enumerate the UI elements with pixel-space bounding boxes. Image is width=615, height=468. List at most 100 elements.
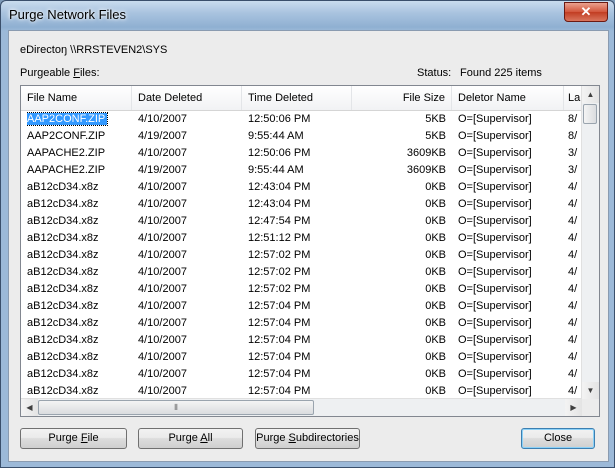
cell-time-deleted: 12:57:04 PM — [248, 317, 311, 329]
cell-time-deleted: 12:47:54 PM — [248, 215, 311, 227]
status-value: Found 225 items — [460, 67, 542, 79]
cell-deletor-name: O=[Supervisor] — [458, 249, 532, 261]
cell-last: 4/ — [568, 351, 578, 363]
cell-file-name: AAP2CONF.ZIP — [27, 130, 106, 142]
vertical-scrollbar[interactable]: ▲ ▼ — [581, 86, 599, 399]
cell-deletor-name: O=[Supervisor] — [458, 181, 532, 193]
cell-last: 8/ — [568, 130, 578, 142]
directory-path: eDirectoŋ \\RRSTEVEN2\SYS — [20, 44, 168, 56]
cell-file-name: aB12cD34.x8z — [27, 215, 99, 227]
list-rows: AAP2CONF.ZIP 4/10/2007 12:50:06 PM 5KB O=[Su… — [21, 111, 582, 400]
horizontal-scroll-thumb[interactable]: ⦀ — [38, 400, 314, 415]
status-label: Status: — [417, 67, 452, 79]
cell-time-deleted: 12:57:04 PM — [248, 368, 311, 380]
table-row[interactable]: aB12cD34.x8z 4/10/2007 12:57:04 PM 0KB O=[Su… — [21, 315, 582, 332]
table-row[interactable]: aB12cD34.x8z 4/10/2007 12:43:04 PM 0KB O=[Su… — [21, 179, 582, 196]
scrollbar-corner — [582, 399, 599, 416]
cell-deletor-name: O=[Supervisor] — [458, 317, 532, 329]
table-row[interactable]: aB12cD34.x8z 4/10/2007 12:57:02 PM 0KB O=[Su… — [21, 281, 582, 298]
column-header-file-size[interactable]: File Size — [352, 86, 452, 110]
cell-last: 3/ — [568, 147, 578, 159]
column-header-time-deleted[interactable]: Time Deleted — [242, 86, 352, 110]
table-row[interactable]: aB12cD34.x8z 4/10/2007 12:51:12 PM 0KB O=[Su… — [21, 230, 582, 247]
table-row[interactable]: aB12cD34.x8z 4/10/2007 12:57:02 PM 0KB O=[Su… — [21, 264, 582, 281]
cell-file-size: 0KB — [425, 249, 446, 261]
cell-file-size: 5KB — [425, 113, 446, 125]
cell-file-name: aB12cD34.x8z — [27, 232, 99, 244]
cell-file-size: 0KB — [425, 198, 446, 210]
cell-last: 4/ — [568, 283, 578, 295]
cell-date-deleted: 4/10/2007 — [138, 181, 187, 193]
cell-deletor-name: O=[Supervisor] — [458, 283, 532, 295]
cell-last: 4/ — [568, 198, 578, 210]
cell-file-name: aB12cD34.x8z — [27, 300, 99, 312]
scroll-down-icon[interactable]: ▼ — [582, 382, 599, 399]
title-bar[interactable]: Purge Network Files ✕ — [1, 1, 614, 29]
cell-date-deleted: 4/10/2007 — [138, 215, 187, 227]
scroll-left-icon[interactable]: ◀ — [21, 399, 38, 416]
table-row[interactable]: AAP2CONF.ZIP 4/19/2007 9:55:44 AM 5KB O=[Sup… — [21, 128, 582, 145]
column-header-date-deleted[interactable]: Date Deleted — [132, 86, 242, 110]
table-row[interactable]: aB12cD34.x8z 4/10/2007 12:57:02 PM 0KB O=[Su… — [21, 247, 582, 264]
purge-subdirectories-button[interactable]: Purge Subdirectories — [255, 428, 360, 449]
table-row[interactable]: aB12cD34.x8z 4/10/2007 12:57:04 PM 0KB O=[Su… — [21, 349, 582, 366]
cell-file-size: 0KB — [425, 181, 446, 193]
table-row[interactable]: AAPACHE2.ZIP 4/19/2007 9:55:44 AM 3609KB O=[… — [21, 162, 582, 179]
table-row[interactable]: aB12cD34.x8z 4/10/2007 12:57:04 PM 0KB O=[Su… — [21, 366, 582, 383]
vertical-scroll-thumb[interactable] — [583, 104, 597, 124]
column-header-deletor-name[interactable]: Deletor Name — [452, 86, 564, 110]
cell-file-name: aB12cD34.x8z — [27, 198, 99, 210]
cell-file-name: aB12cD34.x8z — [27, 317, 99, 329]
cell-deletor-name: O=[Supervisor] — [458, 266, 532, 278]
cell-last: 8/ — [568, 113, 578, 125]
cell-file-name: AAPACHE2.ZIP — [27, 164, 106, 176]
table-row[interactable]: aB12cD34.x8z 4/10/2007 12:43:04 PM 0KB O=[Su… — [21, 196, 582, 213]
horizontal-scrollbar[interactable]: ◀ ⦀ ▶ — [21, 398, 582, 416]
cell-time-deleted: 12:57:04 PM — [248, 300, 311, 312]
table-row[interactable]: aB12cD34.x8z 4/10/2007 12:57:04 PM 0KB O=[Su… — [21, 332, 582, 349]
cell-time-deleted: 12:43:04 PM — [248, 181, 311, 193]
table-row[interactable]: AAP2CONF.ZIP 4/10/2007 12:50:06 PM 5KB O=[Su… — [21, 111, 582, 128]
cell-file-size: 0KB — [425, 351, 446, 363]
cell-file-size: 0KB — [425, 266, 446, 278]
cell-deletor-name: O=[Supervisor] — [458, 130, 532, 142]
column-header-file-name[interactable]: File Name — [21, 86, 132, 110]
close-button[interactable]: Close — [521, 428, 595, 449]
dialog-client-area: eDirectoŋ \\RRSTEVEN2\SYS Purgeable File… — [8, 30, 609, 462]
cell-file-size: 0KB — [425, 300, 446, 312]
table-row[interactable]: aB12cD34.x8z 4/10/2007 12:47:54 PM 0KB O=[Su… — [21, 213, 582, 230]
cell-last: 3/ — [568, 164, 578, 176]
purgeable-files-list[interactable]: File Name Date Deleted Time Deleted File… — [20, 85, 600, 417]
cell-deletor-name: O=[Supervisor] — [458, 300, 532, 312]
cell-date-deleted: 4/19/2007 — [138, 130, 187, 142]
cell-file-name: aB12cD34.x8z — [27, 249, 99, 261]
cell-date-deleted: 4/10/2007 — [138, 351, 187, 363]
purge-all-button[interactable]: Purge All — [138, 428, 243, 449]
cell-last: 4/ — [568, 317, 578, 329]
cell-time-deleted: 12:50:06 PM — [248, 147, 311, 159]
purge-network-files-window: Purge Network Files ✕ eDirectoŋ \\RRSTEV… — [0, 0, 615, 468]
scroll-up-icon[interactable]: ▲ — [582, 86, 599, 103]
cell-time-deleted: 12:57:04 PM — [248, 351, 311, 363]
table-row[interactable]: aB12cD34.x8z 4/10/2007 12:57:04 PM 0KB O=[Su… — [21, 298, 582, 315]
purge-file-button[interactable]: Purge File — [20, 428, 127, 449]
cell-date-deleted: 4/10/2007 — [138, 368, 187, 380]
cell-last: 4/ — [568, 334, 578, 346]
cell-file-name: AAP2CONF.ZIP — [27, 112, 109, 126]
cell-last: 4/ — [568, 181, 578, 193]
cell-last: 4/ — [568, 215, 578, 227]
cell-date-deleted: 4/10/2007 — [138, 198, 187, 210]
cell-time-deleted: 12:57:04 PM — [248, 334, 311, 346]
list-header: File Name Date Deleted Time Deleted File… — [21, 86, 582, 111]
cell-last: 4/ — [568, 249, 578, 261]
cell-time-deleted: 12:51:12 PM — [248, 232, 311, 244]
column-header-last[interactable]: La — [564, 86, 582, 110]
cell-last: 4/ — [568, 232, 578, 244]
purgeable-files-label: Purgeable Files: — [20, 67, 100, 79]
cell-file-name: aB12cD34.x8z — [27, 368, 99, 380]
cell-date-deleted: 4/10/2007 — [138, 249, 187, 261]
window-close-icon[interactable]: ✕ — [564, 2, 608, 22]
table-row[interactable]: AAPACHE2.ZIP 4/10/2007 12:50:06 PM 3609KB O=… — [21, 145, 582, 162]
scroll-right-icon[interactable]: ▶ — [565, 399, 582, 416]
cell-file-size: 3609KB — [406, 164, 446, 176]
